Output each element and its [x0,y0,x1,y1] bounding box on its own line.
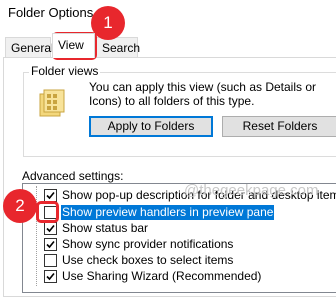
checkbox-sync-provider[interactable] [44,238,57,251]
list-item[interactable]: Use Sharing Wizard (Recommended) [61,269,262,284]
step-badge-1: 1 [91,6,125,40]
window-title: Folder Options [8,5,94,20]
tab-view[interactable]: View [52,33,95,58]
checkbox-status-bar[interactable] [44,222,57,235]
advanced-settings-label: Advanced settings: [22,169,124,183]
list-item[interactable]: Use check boxes to select items [61,253,234,268]
list-item-selected[interactable]: Show preview handlers in preview pane [61,205,275,220]
tab-search[interactable]: Search [96,37,140,57]
list-item-label: Show preview handlers in preview pane [61,205,275,220]
checkbox-use-check-boxes[interactable] [44,254,57,267]
list-item-label: Show sync provider notifications [62,237,234,251]
apply-to-folders-button[interactable]: Apply to Folders [89,116,213,137]
checkbox-sharing-wizard[interactable] [44,270,57,283]
list-item[interactable]: Show sync provider notifications [61,237,234,252]
folder-views-description: You can apply this view (such as Details… [89,80,317,108]
tab-general[interactable]: General [5,37,54,57]
folder-icon [39,89,65,117]
folder-views-label: Folder views [29,64,101,78]
list-item-label: Use check boxes to select items [62,253,234,267]
reset-folders-button[interactable]: Reset Folders [222,116,336,137]
step-badge-2: 2 [3,189,37,223]
list-item-label: Show status bar [62,221,149,235]
highlight-preview-checkbox [36,201,59,223]
watermark-text: @thegeekpage.com [184,182,319,199]
list-item-label: Use Sharing Wizard (Recommended) [62,269,262,283]
list-item[interactable]: Show status bar [61,221,149,236]
